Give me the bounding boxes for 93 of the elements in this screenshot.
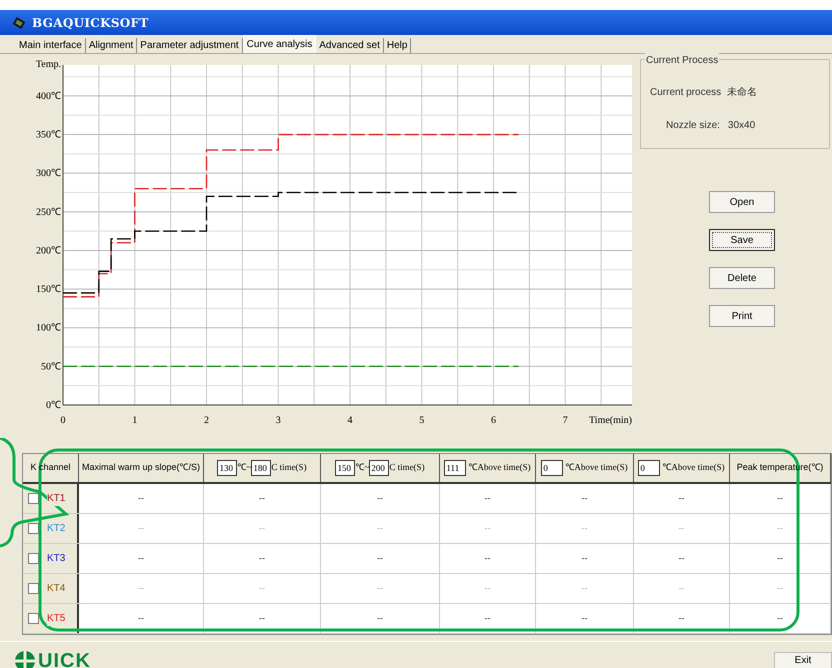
threshold-field[interactable]: 180 bbox=[251, 460, 272, 476]
x-tick-label: 4 bbox=[348, 415, 352, 426]
column-header: ℃Above time(S) bbox=[662, 461, 725, 474]
table-cell-text: -- bbox=[484, 552, 490, 565]
table-cell-text: -- bbox=[678, 522, 684, 535]
action-button[interactable]: Print bbox=[709, 305, 775, 327]
column-header: ℃Above time(S) bbox=[468, 461, 531, 474]
row-checkbox[interactable] bbox=[28, 613, 39, 624]
threshold-field[interactable]: 150 bbox=[335, 460, 356, 476]
table-cell-text: -- bbox=[678, 582, 684, 595]
y-tick-label: 400℃ bbox=[36, 90, 61, 102]
row-checkbox[interactable] bbox=[28, 553, 39, 564]
y-tick-label: 50℃ bbox=[41, 361, 61, 372]
table-cell-text: -- bbox=[259, 612, 265, 625]
table-cell-text: -- bbox=[377, 552, 383, 565]
table-cell-text: -- bbox=[259, 522, 265, 535]
x-tick-label: 2 bbox=[204, 415, 209, 426]
table-cell-text: -- bbox=[138, 492, 144, 505]
table-cell-text: -- bbox=[582, 612, 588, 625]
table-cell-text: -- bbox=[678, 552, 684, 565]
tab[interactable]: Main interface bbox=[16, 38, 86, 53]
column-header: ℃~ bbox=[237, 461, 252, 474]
x-tick-label: 0 bbox=[60, 415, 66, 426]
y-tick-label: 250℃ bbox=[36, 206, 61, 218]
y-tick-label: 350℃ bbox=[36, 130, 61, 141]
exit-button[interactable]: Exit bbox=[774, 652, 832, 668]
x-tick-label: 6 bbox=[491, 415, 496, 426]
table-cell-text: -- bbox=[582, 582, 588, 595]
x-tick-label: 3 bbox=[276, 415, 281, 426]
table-cell-text: -- bbox=[582, 492, 588, 505]
window-title: BGAQUICKSOFT bbox=[32, 14, 149, 32]
table-cell-text: -- bbox=[484, 492, 490, 505]
column-header: Maximal warm up slope(℃/S) bbox=[82, 461, 200, 474]
table-cell-text: -- bbox=[582, 552, 588, 565]
table-cell-text: -- bbox=[777, 612, 783, 625]
table-cell-text: -- bbox=[678, 492, 684, 505]
table-cell-text: -- bbox=[377, 492, 383, 505]
x-axis-title: Time(min) bbox=[589, 415, 632, 426]
table-cell-text: -- bbox=[484, 522, 490, 535]
table-cell-text: -- bbox=[777, 522, 783, 535]
tab[interactable]: Alignment bbox=[86, 38, 138, 53]
table-cell-text: -- bbox=[484, 582, 490, 595]
y-tick-label: 150℃ bbox=[36, 284, 61, 296]
table-cell-text: -- bbox=[582, 522, 588, 535]
table-cell-text: -- bbox=[678, 612, 684, 625]
table-cell-text: -- bbox=[259, 492, 265, 505]
nozzle-value: 30x40 bbox=[728, 119, 756, 133]
x-tick-label: 5 bbox=[419, 415, 424, 426]
table-cell-text: -- bbox=[377, 582, 383, 595]
nozzle-label: Nozzle size: bbox=[666, 119, 720, 133]
table-cell-text: -- bbox=[777, 552, 783, 565]
table-cell-text: -- bbox=[138, 612, 144, 625]
column-header: C time(S) bbox=[271, 461, 307, 474]
table-cell-text: -- bbox=[777, 492, 783, 505]
y-axis-title: Temp. bbox=[36, 59, 61, 70]
column-header: ℃~ bbox=[355, 461, 370, 474]
row-checkbox[interactable] bbox=[28, 523, 39, 534]
y-tick-label: 100℃ bbox=[36, 322, 61, 334]
threshold-field[interactable]: 0 bbox=[638, 460, 660, 476]
tab[interactable]: Curve analysis bbox=[242, 35, 316, 53]
process-label: Current process bbox=[650, 86, 722, 100]
threshold-field[interactable]: 111 bbox=[444, 460, 466, 476]
table-cell-text: -- bbox=[377, 522, 383, 535]
tab[interactable]: Help bbox=[384, 38, 412, 53]
threshold-field[interactable]: 0 bbox=[541, 460, 564, 476]
x-tick-label: 1 bbox=[132, 415, 138, 426]
row-checkbox[interactable] bbox=[28, 493, 39, 504]
table-cell-text: -- bbox=[259, 582, 265, 595]
y-tick-label: 300℃ bbox=[36, 168, 61, 180]
action-button[interactable]: Open bbox=[709, 191, 775, 213]
y-tick-label: 200℃ bbox=[36, 245, 61, 256]
channel-label: KT1 bbox=[47, 491, 66, 506]
table-cell-text: -- bbox=[138, 582, 144, 595]
threshold-field[interactable]: 200 bbox=[369, 460, 390, 476]
column-header: ℃Above time(S) bbox=[565, 461, 628, 474]
table-cell-text: -- bbox=[138, 552, 144, 565]
action-button[interactable]: Save bbox=[709, 229, 775, 251]
logo-text: UICK bbox=[38, 651, 91, 668]
x-tick-label: 7 bbox=[562, 415, 568, 426]
table-cell-text: -- bbox=[259, 552, 265, 565]
y-tick-label: 0℃ bbox=[46, 400, 61, 411]
channel-label: KT5 bbox=[47, 611, 66, 626]
column-header: C time(S) bbox=[389, 461, 425, 474]
action-button[interactable]: Delete bbox=[709, 267, 775, 289]
row-checkbox[interactable] bbox=[28, 583, 39, 594]
process-value: 未命名 bbox=[727, 86, 758, 100]
chip-icon bbox=[12, 16, 26, 28]
table-cell-text: -- bbox=[138, 522, 144, 535]
table-cell-text: -- bbox=[484, 612, 490, 625]
tab[interactable]: Advanced set bbox=[316, 38, 384, 53]
table-cell-text: -- bbox=[777, 582, 783, 595]
threshold-field[interactable]: 130 bbox=[217, 460, 238, 476]
table-cell-text: -- bbox=[377, 612, 383, 625]
